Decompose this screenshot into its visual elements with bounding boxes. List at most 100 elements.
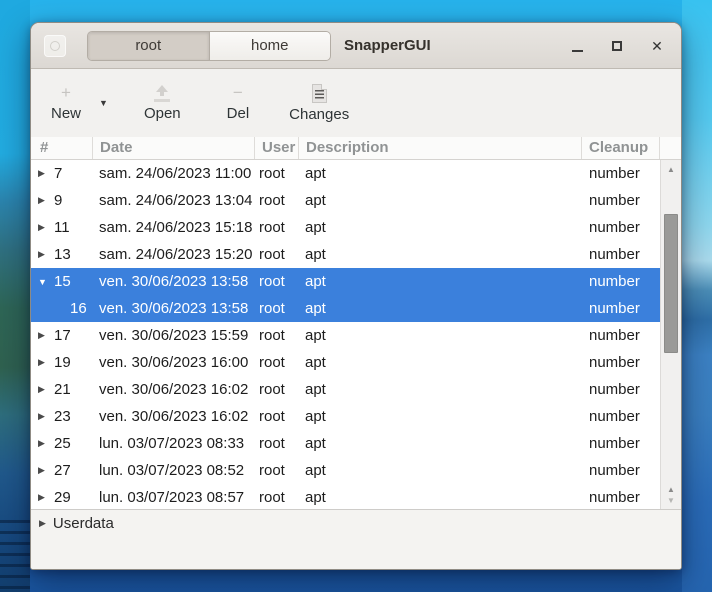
window-title: SnapperGUI <box>344 37 431 54</box>
maximize-button[interactable] <box>605 34 629 58</box>
snapshot-cleanup: number <box>582 327 660 344</box>
snapshot-description: apt <box>299 327 582 344</box>
cell-num: 16 <box>31 295 93 322</box>
document-icon <box>312 84 327 103</box>
snapshot-date: lun. 03/07/2023 08:57 <box>93 489 255 506</box>
snapshot-description: apt <box>299 435 582 452</box>
tab-home[interactable]: home <box>209 32 331 60</box>
snapshot-user: root <box>255 435 299 452</box>
row-expander-icon[interactable]: ▶ <box>38 384 48 395</box>
table-row[interactable]: ▶ 25 lun. 03/07/2023 08:33 root apt numb… <box>31 430 660 457</box>
cell-num: ▶ 27 <box>31 457 93 484</box>
row-expander-icon[interactable]: ▶ <box>38 465 48 476</box>
table-row[interactable]: ▶ 13 sam. 24/06/2023 15:20 root apt numb… <box>31 241 660 268</box>
changes-button[interactable]: Changes <box>281 80 357 127</box>
snapshot-cleanup: number <box>582 489 660 506</box>
column-header-cleanup[interactable]: Cleanup <box>582 137 660 159</box>
table-row[interactable]: ▶ 29 lun. 03/07/2023 08:57 root apt numb… <box>31 484 660 509</box>
scroll-down-button[interactable]: ▼ <box>661 495 681 506</box>
snapshot-number: 11 <box>54 219 70 236</box>
row-expander-icon[interactable]: ▶ <box>38 195 48 206</box>
close-button[interactable]: ✕ <box>645 34 669 58</box>
table-row[interactable]: ▼ 15 ven. 30/06/2023 13:58 root apt numb… <box>31 268 660 295</box>
table-row[interactable]: ▶ 11 sam. 24/06/2023 15:18 root apt numb… <box>31 214 660 241</box>
snapshot-list-area: ▶ 7 sam. 24/06/2023 11:00 root apt numbe… <box>31 160 681 509</box>
snapshot-user: root <box>255 192 299 209</box>
table-row[interactable]: ▶ 7 sam. 24/06/2023 11:00 root apt numbe… <box>31 160 660 187</box>
row-expander-icon[interactable]: ▶ <box>38 411 48 422</box>
open-snapshot-button[interactable]: Open <box>136 81 189 126</box>
snapshot-number: 19 <box>54 354 71 371</box>
table-row[interactable]: ▶ 17 ven. 30/06/2023 15:59 root apt numb… <box>31 322 660 349</box>
userdata-expander[interactable]: ▶ Userdata <box>31 510 681 537</box>
delete-snapshot-button[interactable]: − Del <box>219 81 258 126</box>
row-expander-icon[interactable]: ▶ <box>38 222 48 233</box>
cell-num: ▶ 25 <box>31 430 93 457</box>
snapshot-description: apt <box>299 462 582 479</box>
snapshot-date: sam. 24/06/2023 15:20 <box>93 246 255 263</box>
table-row[interactable]: 16 ven. 30/06/2023 13:58 root apt number <box>31 295 660 322</box>
new-snapshot-button[interactable]: + New <box>43 81 89 126</box>
snapshot-number: 29 <box>54 489 71 506</box>
titlebar[interactable]: root home SnapperGUI ✕ <box>31 23 681 69</box>
column-header-description[interactable]: Description <box>299 137 582 159</box>
snapshot-cleanup: number <box>582 246 660 263</box>
snapshot-app-icon <box>44 35 66 57</box>
table-row[interactable]: ▶ 27 lun. 03/07/2023 08:52 root apt numb… <box>31 457 660 484</box>
snappergui-window: root home SnapperGUI ✕ + New ▼ Open − De… <box>30 22 682 570</box>
scrollbar-thumb[interactable] <box>664 214 678 353</box>
scroll-up-button-secondary[interactable]: ▲ <box>661 484 681 495</box>
snapshot-date: sam. 24/06/2023 15:18 <box>93 219 255 236</box>
snapshot-user: root <box>255 300 299 317</box>
row-expander-icon[interactable]: ▶ <box>38 492 48 503</box>
scroll-up-button[interactable]: ▲ <box>661 164 681 176</box>
snapshot-date: sam. 24/06/2023 13:04 <box>93 192 255 209</box>
snapshot-date: ven. 30/06/2023 16:02 <box>93 408 255 425</box>
new-dropdown-button[interactable]: ▼ <box>93 92 114 114</box>
vertical-scrollbar[interactable]: ▲ ▲ ▼ <box>660 160 681 509</box>
table-row[interactable]: ▶ 9 sam. 24/06/2023 13:04 root apt numbe… <box>31 187 660 214</box>
header-scroll-spacer <box>660 137 681 159</box>
expander-icon: ▶ <box>39 518 46 529</box>
window-controls: ✕ <box>565 34 669 58</box>
row-expander-icon[interactable]: ▶ <box>38 438 48 449</box>
row-expander-icon[interactable]: ▶ <box>38 357 48 368</box>
snapshot-user: root <box>255 462 299 479</box>
row-expander-icon[interactable]: ▼ <box>38 277 48 287</box>
snapshot-number: 13 <box>54 246 71 263</box>
snapshot-cleanup: number <box>582 273 660 290</box>
snapshot-date: lun. 03/07/2023 08:33 <box>93 435 255 452</box>
column-header-user[interactable]: User <box>255 137 299 159</box>
cell-num: ▶ 9 <box>31 187 93 214</box>
snapshot-date: lun. 03/07/2023 08:52 <box>93 462 255 479</box>
row-expander-icon[interactable]: ▶ <box>38 249 48 260</box>
snapshot-description: apt <box>299 219 582 236</box>
snapshot-cleanup: number <box>582 192 660 209</box>
table-row[interactable]: ▶ 23 ven. 30/06/2023 16:02 root apt numb… <box>31 403 660 430</box>
chevron-down-icon: ▼ <box>99 98 108 108</box>
tab-root[interactable]: root <box>88 32 209 60</box>
minimize-button[interactable] <box>565 34 589 58</box>
table-row[interactable]: ▶ 19 ven. 30/06/2023 16:00 root apt numb… <box>31 349 660 376</box>
changes-button-label: Changes <box>289 106 349 123</box>
snapshot-description: apt <box>299 381 582 398</box>
cell-num: ▶ 21 <box>31 376 93 403</box>
minimize-icon <box>572 50 583 52</box>
row-expander-icon[interactable]: ▶ <box>38 330 48 341</box>
snapshot-cleanup: number <box>582 381 660 398</box>
row-expander-icon[interactable]: ▶ <box>38 168 48 179</box>
snapshot-number: 21 <box>54 381 71 398</box>
snapshot-number: 9 <box>54 192 62 209</box>
toolbar: + New ▼ Open − Del Changes <box>31 69 681 137</box>
column-header-num[interactable]: # <box>31 137 93 159</box>
cell-num: ▶ 23 <box>31 403 93 430</box>
snapshot-description: apt <box>299 246 582 263</box>
cell-num: ▶ 7 <box>31 160 93 187</box>
column-header-date[interactable]: Date <box>93 137 255 159</box>
close-icon: ✕ <box>651 39 663 53</box>
snapshot-cleanup: number <box>582 300 660 317</box>
snapshot-date: ven. 30/06/2023 13:58 <box>93 300 255 317</box>
cell-num: ▶ 13 <box>31 241 93 268</box>
table-row[interactable]: ▶ 21 ven. 30/06/2023 16:02 root apt numb… <box>31 376 660 403</box>
userdata-panel: ▶ Userdata <box>31 509 681 569</box>
